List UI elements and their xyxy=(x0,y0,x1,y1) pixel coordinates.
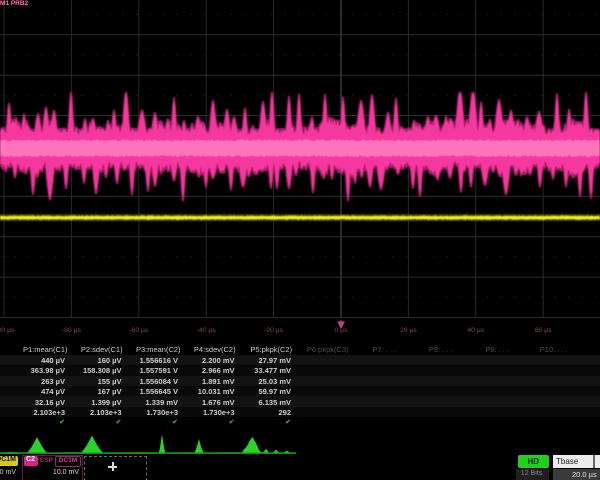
svg-text:60 µs: 60 µs xyxy=(535,327,552,334)
svg-text:-40 µs: -40 µs xyxy=(197,327,217,334)
svg-text:40 µs: 40 µs xyxy=(467,327,484,334)
svg-text:-80 µs: -80 µs xyxy=(62,327,82,334)
svg-text:-100 µs: -100 µs xyxy=(0,327,15,334)
svg-text:-20 µs: -20 µs xyxy=(264,327,284,334)
svg-text:-60 µs: -60 µs xyxy=(129,327,149,334)
svg-text:20 µs: 20 µs xyxy=(400,327,417,334)
